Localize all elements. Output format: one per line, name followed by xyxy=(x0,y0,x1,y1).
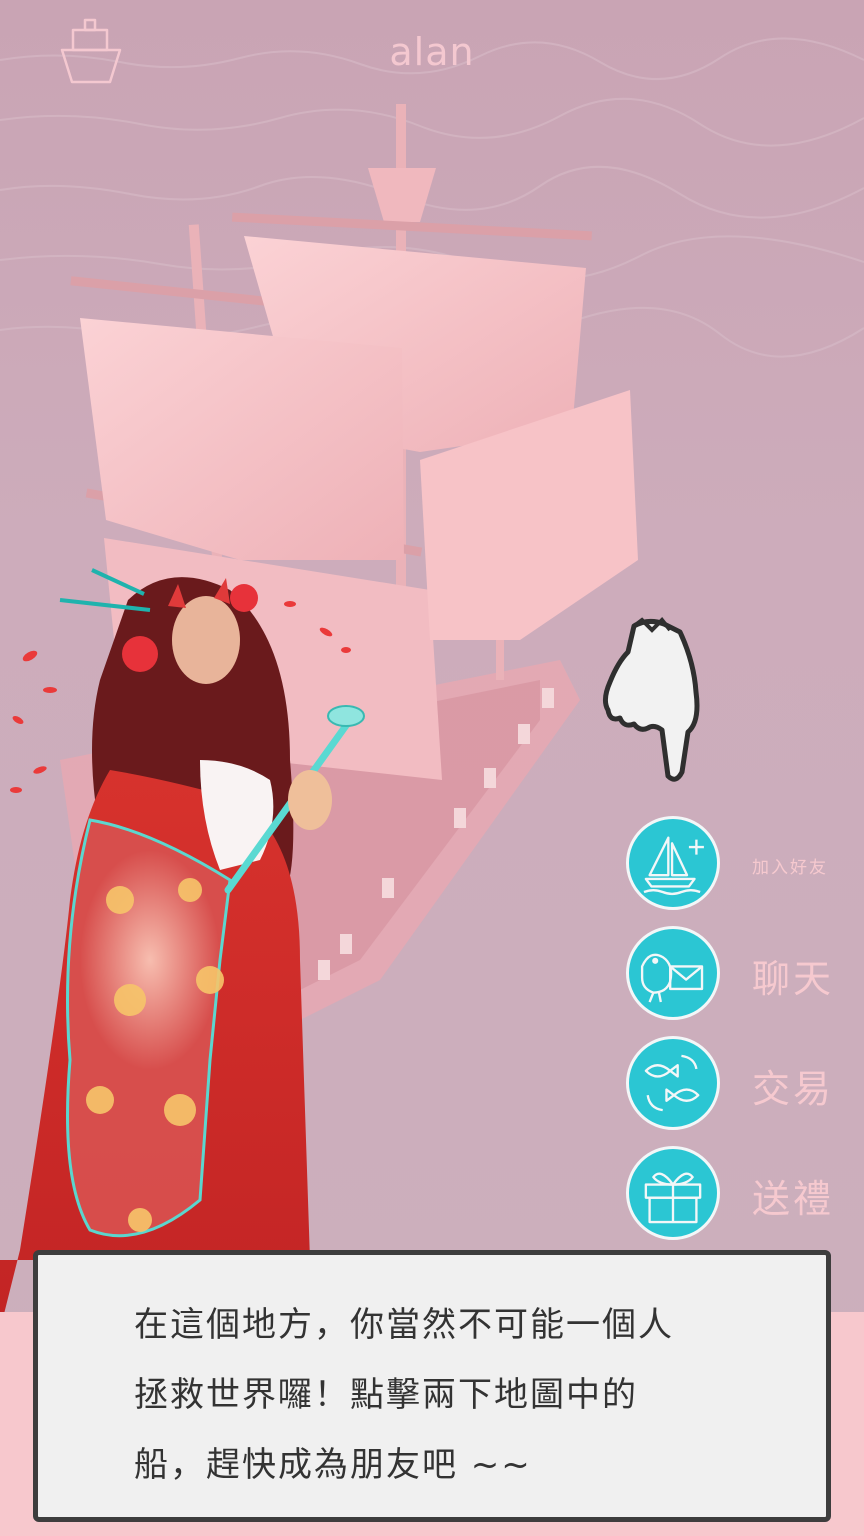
ship-sail xyxy=(80,318,404,560)
pipe-bowl xyxy=(327,705,365,727)
character-hand xyxy=(288,770,332,830)
action-icon-circle xyxy=(626,926,720,1020)
action-icon-circle xyxy=(626,1146,720,1240)
trade-label: 交易 xyxy=(752,1067,835,1111)
tutorial-dialog[interactable]: 在這個地方，你當然不可能一個人 拯救世界囉！點擊兩下地圖中的 船，趕快成為朋友吧… xyxy=(33,1250,831,1522)
pointing-hand-icon xyxy=(602,617,700,782)
sailboat-plus-icon xyxy=(643,836,704,896)
action-icon-circle xyxy=(626,1036,720,1130)
dialog-line: 船，趕快成為朋友吧 ~~ xyxy=(134,1445,532,1485)
character-face xyxy=(172,596,240,684)
add-friend-button[interactable]: 加入好友 xyxy=(626,816,864,912)
chat-button[interactable]: 聊天 xyxy=(626,926,864,1022)
fish-exchange-icon xyxy=(644,1054,700,1112)
trade-button[interactable]: 交易 xyxy=(626,1036,864,1132)
hair-flower xyxy=(122,636,158,672)
gift-button[interactable]: 送禮 xyxy=(626,1146,864,1242)
gift-box-icon xyxy=(644,1172,702,1224)
dialog-line: 在這個地方，你當然不可能一個人 xyxy=(134,1305,674,1345)
gift-label: 送禮 xyxy=(752,1177,835,1221)
player-name: alan xyxy=(389,30,475,74)
add-friend-label: 加入好友 xyxy=(752,858,828,878)
action-icon-circle xyxy=(626,816,720,910)
chat-label: 聊天 xyxy=(752,957,835,1001)
hair-flower xyxy=(230,584,258,612)
pigeon-letter-icon xyxy=(640,953,704,1003)
dialog-line: 拯救世界囉！點擊兩下地圖中的 xyxy=(134,1375,638,1415)
